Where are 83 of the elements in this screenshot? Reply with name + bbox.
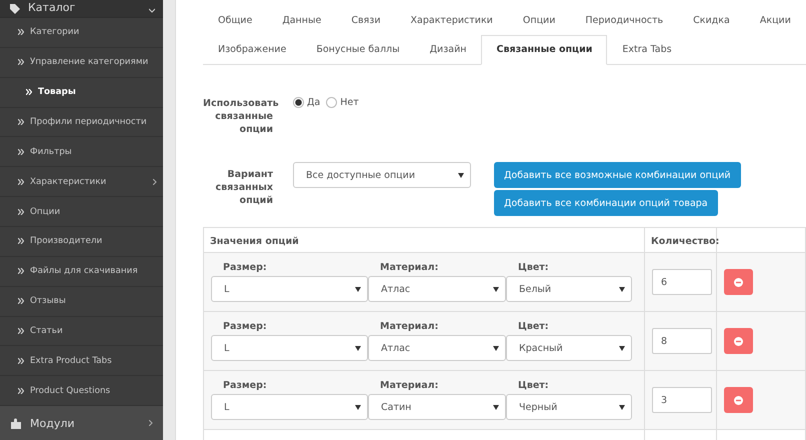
tab[interactable]: Изображение: [203, 35, 302, 64]
option-label: Цвет:: [517, 262, 550, 275]
tab[interactable]: Скидка: [678, 6, 745, 35]
double-chevron-icon: [26, 89, 32, 96]
sidebar-item[interactable]: Статьи: [0, 316, 163, 346]
caret-icon: [619, 346, 625, 350]
quantity-field[interactable]: 3: [652, 387, 712, 413]
sidebar-section[interactable]: Модули: [0, 406, 163, 440]
option-dropdown[interactable]: L: [211, 335, 368, 361]
minus-circle-icon: [734, 396, 743, 404]
chevron-icon: [149, 420, 153, 426]
option-dropdown[interactable]: L: [211, 276, 368, 302]
double-chevron-icon: [18, 298, 24, 304]
tab[interactable]: Extra Tabs: [607, 35, 687, 64]
radio-button[interactable]: [326, 97, 338, 108]
caret-icon: [355, 404, 361, 410]
puzzle-icon: [10, 417, 22, 430]
tab[interactable]: Опции: [508, 6, 570, 35]
field-label: Вариант связанных опций: [214, 168, 274, 207]
chevron-icon: [153, 178, 157, 185]
double-chevron-icon: [18, 328, 24, 334]
minus-circle-icon: [734, 278, 743, 286]
caret-icon: [493, 404, 499, 410]
option-dropdown[interactable]: Белый: [506, 276, 632, 302]
sidebar-item[interactable]: Профили периодичности: [0, 108, 163, 138]
caret-icon: [493, 346, 499, 350]
radio-button[interactable]: [293, 97, 304, 108]
sidebar-item[interactable]: Отзывы: [0, 286, 163, 317]
option-dropdown[interactable]: L: [211, 394, 368, 420]
radio-label: Да: [307, 97, 320, 108]
caret-icon: [355, 346, 361, 350]
option-dropdown[interactable]: Атлас: [368, 276, 506, 302]
quantity-field[interactable]: 6: [652, 269, 712, 295]
option-label: Размер:: [222, 380, 268, 393]
double-chevron-icon: [18, 178, 24, 185]
tab[interactable]: Данные: [267, 6, 336, 35]
tab[interactable]: Бонусные баллы: [301, 35, 415, 64]
remove-button[interactable]: [724, 387, 753, 413]
tab[interactable]: Связанные опции: [481, 35, 608, 65]
tab[interactable]: Связи: [336, 6, 396, 35]
quantity-field[interactable]: 8: [652, 328, 712, 354]
double-chevron-icon: [18, 238, 24, 244]
field-label: Использовать связанные опции: [203, 97, 280, 136]
caret-icon: [619, 286, 625, 292]
double-chevron-icon: [18, 148, 24, 155]
dropdown[interactable]: Все доступные опции: [293, 162, 471, 188]
remove-button[interactable]: [724, 328, 753, 354]
option-dropdown[interactable]: Сатин: [368, 394, 506, 420]
tag-icon: [10, 4, 20, 14]
option-dropdown[interactable]: Красный: [506, 335, 632, 361]
double-chevron-icon: [18, 358, 24, 364]
tab[interactable]: Общие: [203, 6, 268, 35]
option-label: Цвет:: [517, 321, 550, 334]
double-chevron-icon: [18, 29, 24, 36]
double-chevron-icon: [18, 388, 24, 394]
chevron-icon: [149, 8, 155, 14]
tab[interactable]: Периодичность: [570, 6, 678, 35]
caret-icon: [355, 286, 361, 292]
double-chevron-icon: [18, 118, 24, 125]
double-chevron-icon: [18, 268, 24, 274]
tab[interactable]: Акции: [744, 6, 806, 35]
caret-icon: [458, 172, 464, 178]
option-label: Материал:: [379, 321, 440, 334]
radio-label: Нет: [340, 97, 359, 108]
double-chevron-icon: [18, 59, 24, 66]
remove-button[interactable]: [724, 269, 753, 295]
add-combinations-button[interactable]: Добавить все комбинации опций товара: [494, 190, 718, 216]
option-label: Размер:: [222, 321, 268, 334]
option-label: Материал:: [379, 380, 440, 393]
caret-icon: [493, 286, 499, 292]
sidebar-section[interactable]: Каталог: [0, 0, 163, 18]
option-dropdown[interactable]: Атлас: [368, 335, 506, 361]
option-label: Размер:: [222, 262, 268, 275]
caret-icon: [619, 404, 625, 410]
tab[interactable]: Дизайн: [414, 35, 482, 64]
double-chevron-icon: [18, 208, 24, 215]
minus-circle-icon: [734, 336, 743, 346]
add-combinations-button[interactable]: Добавить все возможные комбинации опций: [494, 162, 741, 188]
option-label: Материал:: [379, 262, 440, 275]
option-dropdown[interactable]: Черный: [506, 394, 632, 420]
sidebar-item[interactable]: Товары: [0, 78, 163, 108]
option-label: Цвет:: [517, 380, 550, 393]
tab[interactable]: Характеристики: [396, 6, 508, 35]
